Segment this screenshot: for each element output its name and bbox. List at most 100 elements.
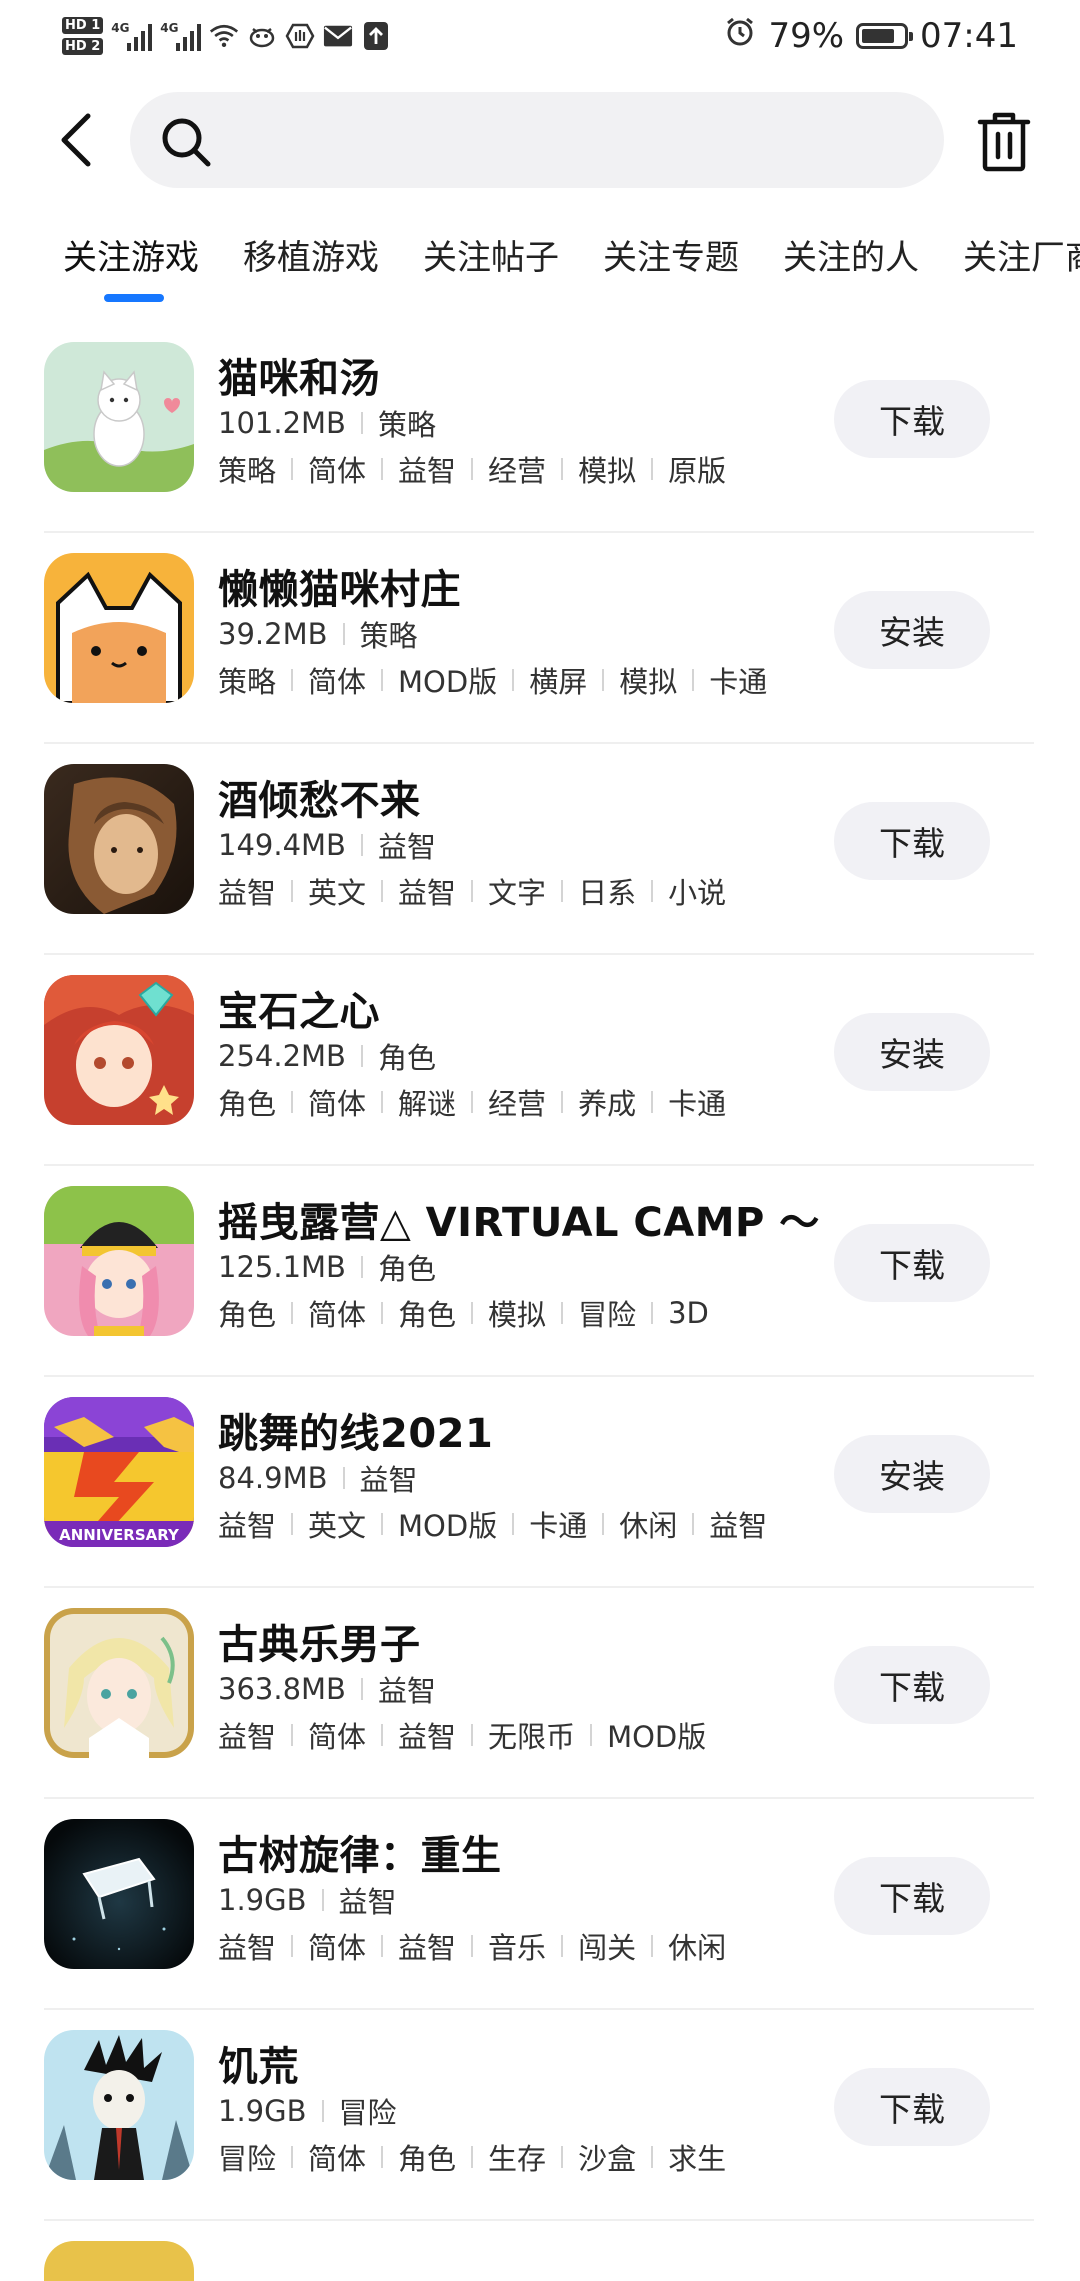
- game-tag: 沙盒: [578, 2142, 637, 2176]
- signal-2-icon: 4G: [160, 21, 202, 51]
- game-tag: 简体: [308, 1298, 367, 1332]
- game-tag: 简体: [308, 1720, 367, 1754]
- game-row[interactable]: ANNIVERSARY 跳舞的线2021 84.9MB 益智 益智 英文 MOD版…: [0, 1377, 1080, 1588]
- game-tags: 益智 简体 益智 无限币 MOD版: [218, 1714, 706, 1756]
- game-icon: [44, 2030, 194, 2180]
- download-button[interactable]: 下载: [834, 1224, 990, 1302]
- download-button[interactable]: 下载: [834, 1857, 990, 1935]
- game-meta: 363.8MB 益智: [218, 1668, 436, 1710]
- game-tag: 益智: [398, 1720, 457, 1754]
- status-bar: HD 1 HD 2 4G 4G 79% 07:41: [0, 0, 1080, 72]
- game-category: 角色: [377, 1041, 436, 1075]
- active-tab-indicator: [104, 294, 164, 302]
- game-tag: 益智: [398, 1931, 457, 1965]
- game-title: 懒懒猫咪村庄: [218, 567, 461, 613]
- anniversary-label: ANNIVERSARY: [59, 1526, 180, 1544]
- game-category: 益智: [377, 1674, 436, 1708]
- game-tag: 角色: [398, 2142, 457, 2176]
- game-tag: 模拟: [578, 454, 637, 488]
- delete-button[interactable]: [970, 106, 1038, 176]
- game-meta: 101.2MB 策略: [218, 402, 436, 444]
- game-title: 猫咪和汤: [218, 356, 380, 402]
- tab-followed-developers[interactable]: 关注厂商: [963, 228, 1080, 288]
- signal-1-icon: 4G: [111, 21, 153, 51]
- game-size: 1.9GB: [218, 1883, 307, 1917]
- game-tag: MOD版: [398, 1509, 498, 1543]
- game-row[interactable]: 酒倾愁不来 149.4MB 益智 益智 英文 益智 文字 日系 小说 下载: [0, 744, 1080, 955]
- game-tag: 横屏: [529, 665, 588, 699]
- game-row[interactable]: 宝石之心 254.2MB 角色 角色 简体 解谜 经营 养成 卡通 安装: [0, 955, 1080, 1166]
- download-button[interactable]: 下载: [834, 802, 990, 880]
- game-tag: 休闲: [668, 1931, 727, 1965]
- game-tag: 简体: [308, 2142, 367, 2176]
- battery-percent: 79%: [768, 16, 845, 56]
- install-button[interactable]: 安装: [834, 1435, 990, 1513]
- game-tag: 益智: [218, 1931, 277, 1965]
- search-icon[interactable]: [156, 112, 216, 172]
- game-tag: 策略: [218, 454, 277, 488]
- search-input[interactable]: [230, 112, 914, 170]
- game-tag: 模拟: [619, 665, 678, 699]
- install-button[interactable]: 安装: [834, 1013, 990, 1091]
- download-button[interactable]: 下载: [834, 380, 990, 458]
- game-category: 益智: [359, 1463, 418, 1497]
- game-size: 84.9MB: [218, 1461, 328, 1495]
- game-row[interactable]: 懒懒猫咪村庄 39.2MB 策略 策略 简体 MOD版 横屏 模拟 卡通 安装: [0, 533, 1080, 744]
- game-icon: [44, 342, 194, 492]
- game-size: 363.8MB: [218, 1672, 346, 1706]
- tab-followed-topics[interactable]: 关注专题: [603, 228, 739, 288]
- download-button[interactable]: 下载: [834, 1646, 990, 1724]
- game-row[interactable]: 饥荒 1.9GB 冒险 冒险 简体 角色 生存 沙盒 求生 下载: [0, 2010, 1080, 2221]
- download-button[interactable]: 下载: [834, 2068, 990, 2146]
- hand-icon: [285, 21, 315, 51]
- game-row[interactable]: 古典乐男子 363.8MB 益智 益智 简体 益智 无限币 MOD版 下载: [0, 1588, 1080, 1799]
- game-tag: 益智: [218, 1509, 277, 1543]
- game-icon: [44, 553, 194, 703]
- game-tag: MOD版: [607, 1720, 707, 1754]
- game-tag: 简体: [308, 665, 367, 699]
- back-button[interactable]: [46, 108, 106, 172]
- battery-icon: [856, 23, 914, 49]
- game-title: 古典乐男子: [218, 1622, 421, 1668]
- game-tag: 日系: [578, 876, 637, 910]
- game-meta: 39.2MB 策略: [218, 613, 418, 655]
- game-tag: 益智: [709, 1509, 768, 1543]
- game-tag: 简体: [308, 1931, 367, 1965]
- game-size: 101.2MB: [218, 406, 346, 440]
- game-row[interactable]: 摇曳露营△ VIRTUAL CAMP ～ 125.1MB 角色 角色 简体 角色 …: [0, 1166, 1080, 1377]
- game-tags: 益智 简体 益智 音乐 闯关 休闲: [218, 1925, 726, 1967]
- tab-ported-games[interactable]: 移植游戏: [243, 228, 379, 288]
- tab-followed-people[interactable]: 关注的人: [783, 228, 919, 288]
- game-row[interactable]: 古树旋律：重生 1.9GB 益智 益智 简体 益智 音乐 闯关 休闲 下载: [0, 1799, 1080, 2010]
- game-category: 益智: [338, 1885, 397, 1919]
- game-tag: 求生: [668, 2142, 727, 2176]
- game-tags: 策略 简体 MOD版 横屏 模拟 卡通: [218, 659, 767, 701]
- game-tag: 经营: [488, 454, 547, 488]
- game-row-partial[interactable]: [0, 2221, 1080, 2281]
- game-icon: [44, 1186, 194, 1336]
- game-meta: 125.1MB 角色: [218, 1246, 436, 1288]
- game-title: 酒倾愁不来: [218, 778, 421, 824]
- game-row[interactable]: 猫咪和汤 101.2MB 策略 策略 简体 益智 经营 模拟 原版 下载: [0, 322, 1080, 533]
- game-tags: 角色 简体 角色 模拟 冒险 3D: [218, 1292, 709, 1334]
- game-tag: 角色: [218, 1087, 277, 1121]
- game-tag: 养成: [578, 1087, 637, 1121]
- tab-followed-games[interactable]: 关注游戏: [63, 228, 199, 288]
- signal-1-label: 4G: [111, 21, 130, 35]
- game-title: 摇曳露营△ VIRTUAL CAMP ～: [218, 1200, 820, 1246]
- hd2-badge: HD 2: [62, 38, 104, 55]
- status-left: HD 1 HD 2 4G 4G: [62, 8, 391, 64]
- game-tags: 益智 英文 MOD版 卡通 休闲 益智: [218, 1503, 767, 1545]
- game-tag: 简体: [308, 1087, 367, 1121]
- hd1-badge: HD 1: [62, 17, 104, 34]
- tab-followed-posts[interactable]: 关注帖子: [423, 228, 559, 288]
- game-title: 古树旋律：重生: [218, 1833, 502, 1879]
- clock: 07:41: [920, 16, 1018, 56]
- game-tag: 益智: [218, 876, 277, 910]
- install-button[interactable]: 安装: [834, 591, 990, 669]
- game-tag: 休闲: [619, 1509, 678, 1543]
- game-tag: 卡通: [709, 665, 768, 699]
- search-bar[interactable]: [130, 92, 944, 188]
- alarm-icon: [724, 16, 756, 57]
- bird-icon: [247, 21, 277, 51]
